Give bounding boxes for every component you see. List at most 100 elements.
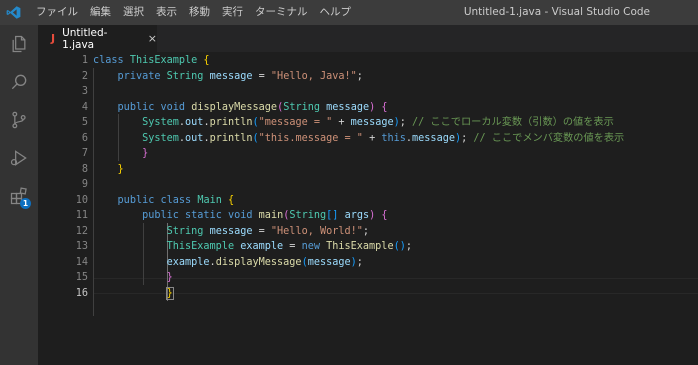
code-token: + — [332, 117, 351, 128]
current-line-highlight — [93, 277, 698, 294]
code-line[interactable]: private String message = "Hello, Java!"; — [93, 69, 363, 85]
tab-label: Untitled-1.java — [62, 26, 108, 51]
code-token: private — [117, 70, 161, 82]
code-token: ; — [362, 225, 370, 237]
line-number: 16 — [75, 287, 88, 299]
code-token: // ここでローカル変数（引数）の値を表示 — [412, 117, 614, 128]
code-line[interactable]: } — [93, 270, 173, 286]
line-number: 13 — [75, 241, 88, 252]
run-debug-icon[interactable] — [0, 139, 38, 177]
menu-item-7[interactable]: ヘルプ — [314, 0, 358, 25]
code-token: void — [160, 101, 186, 113]
line-number: 7 — [81, 148, 88, 159]
code-line[interactable]: System.out.println("message = " + messag… — [93, 115, 614, 131]
code-token: String — [283, 101, 321, 113]
menu-item-6[interactable]: ターミナル — [249, 0, 314, 25]
code-token: class — [160, 194, 192, 206]
code-token: "Hello, Java!" — [270, 70, 357, 82]
line-number: 1 — [81, 55, 88, 66]
code-token: example — [166, 256, 210, 268]
code-token: } — [117, 163, 124, 175]
line-number: 10 — [75, 194, 88, 206]
code-token: "Hello, World!" — [270, 225, 363, 237]
code-token: public — [117, 194, 155, 206]
code-token: System — [142, 132, 179, 144]
extensions-icon[interactable]: 1 — [0, 177, 38, 215]
line-number: 8 — [81, 163, 88, 175]
code-token: displayMessage — [191, 101, 278, 113]
menu-item-0[interactable]: ファイル — [30, 0, 84, 25]
code-token: message — [350, 117, 394, 128]
menu-item-3[interactable]: 表示 — [150, 0, 183, 25]
code-token: println — [209, 117, 253, 128]
code-token: ; — [356, 70, 363, 82]
code-line[interactable]: ThisExample example = new ThisExample(); — [93, 239, 412, 255]
code-token: main — [258, 210, 284, 221]
java-file-icon: J — [51, 32, 56, 45]
line-number: 9 — [81, 179, 88, 190]
code-token: "message = " — [258, 117, 333, 128]
code-line[interactable]: } — [93, 162, 124, 178]
code-token: message — [307, 256, 351, 268]
menu-item-2[interactable]: 選択 — [117, 0, 150, 25]
code-line[interactable]: public void displayMessage(String messag… — [93, 100, 388, 116]
code-token: } — [165, 286, 174, 300]
code-token: { — [381, 101, 388, 113]
search-icon[interactable] — [0, 63, 38, 101]
line-number: 2 — [81, 70, 88, 82]
code-line[interactable]: public static void main(String[] args) { — [93, 208, 388, 224]
title-bar: ファイル 編集 選択 表示 移動 実行 ターミナル ヘルプ Untitled-1.java -… — [0, 0, 698, 25]
source-control-icon[interactable] — [0, 101, 38, 139]
explorer-icon[interactable] — [0, 25, 38, 63]
menu-item-5[interactable]: 実行 — [216, 0, 249, 25]
code-token: + — [362, 132, 382, 144]
code-line[interactable]: String message = "Hello, World!"; — [93, 224, 369, 240]
code-token: new — [301, 241, 320, 252]
code-token: ; — [461, 132, 474, 144]
code-line[interactable]: public class Main { — [93, 193, 235, 209]
code-token: args — [344, 210, 370, 221]
line-number: 11 — [75, 210, 88, 221]
menu-item-1[interactable]: 編集 — [84, 0, 117, 25]
code-token: String — [289, 210, 327, 221]
code-token: public — [142, 210, 179, 221]
code-token: void — [227, 210, 253, 221]
code-token: message — [209, 225, 253, 237]
tab-strip: J Untitled-1.java × — [38, 25, 698, 52]
code-token: public — [117, 101, 155, 113]
code-line[interactable]: } — [93, 286, 174, 302]
code-token: static — [185, 210, 222, 221]
code-line[interactable]: class ThisExample { — [93, 53, 210, 69]
code-token: ; — [399, 117, 413, 128]
code-token: ThisExample — [129, 55, 198, 66]
code-token: displayMessage — [215, 256, 302, 268]
code-token: { — [228, 194, 235, 206]
tab-untitled-1-java[interactable]: J Untitled-1.java × — [38, 25, 157, 52]
close-icon[interactable]: × — [148, 32, 157, 45]
menu-item-4[interactable]: 移動 — [183, 0, 216, 25]
code-line[interactable]: } — [93, 146, 148, 162]
code-editor[interactable]: 1 2 3 4 5 6 7 8 9 10 11 12 13 14 15 16 class ThisExampl… — [38, 52, 698, 365]
code-line[interactable]: example.displayMessage(message); — [93, 255, 363, 271]
code-token: out — [185, 117, 204, 128]
code-token: System — [142, 117, 179, 128]
vscode-logo-icon[interactable] — [0, 0, 26, 25]
code-line[interactable]: System.out.println("this.message = " + t… — [93, 131, 624, 147]
code-token: { — [381, 210, 388, 221]
code-token: message — [209, 70, 253, 82]
code-token: = — [252, 70, 271, 82]
code-token: [] — [326, 210, 339, 221]
code-token: out — [185, 132, 204, 144]
code-token: { — [203, 55, 210, 66]
line-number: 14 — [75, 256, 88, 268]
code-token: () — [393, 241, 406, 252]
